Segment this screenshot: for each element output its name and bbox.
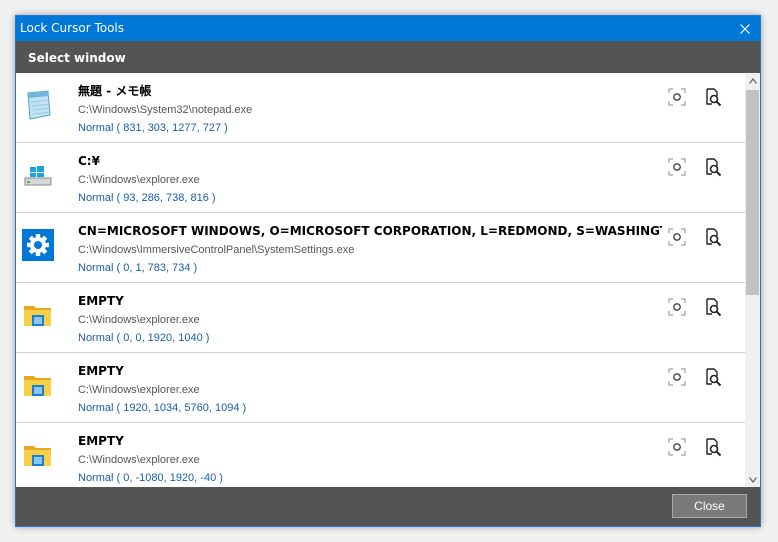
list-item[interactable]: EMPTY C:\Windows\explorer.exe Normal ( 0… <box>16 283 745 353</box>
target-button[interactable] <box>667 157 687 177</box>
magnifier-icon <box>706 88 722 107</box>
main-window: Lock Cursor Tools Select window 無題 - メモ帳… <box>15 15 761 527</box>
target-icon <box>668 158 686 176</box>
row-rect: Normal ( 93, 286, 738, 816 ) <box>78 192 216 204</box>
list-item[interactable]: 無題 - メモ帳 C:\Windows\System32\notepad.exe… <box>16 73 745 143</box>
row-rect: Normal ( 0, -1080, 1920, -40 ) <box>78 472 223 484</box>
target-icon <box>668 438 686 456</box>
footer-bar: Close <box>16 487 760 526</box>
title-bar[interactable]: Lock Cursor Tools <box>16 16 760 41</box>
chevron-down-icon <box>748 476 757 483</box>
find-window-button[interactable] <box>703 367 723 387</box>
window-list: 無題 - メモ帳 C:\Windows\System32\notepad.exe… <box>16 73 745 487</box>
list-item[interactable]: CN=MICROSOFT WINDOWS, O=MICROSOFT CORPOR… <box>16 213 745 283</box>
magnifier-icon <box>706 228 722 247</box>
list-item[interactable]: EMPTY C:\Windows\explorer.exe Normal ( 0… <box>16 423 745 487</box>
find-window-button[interactable] <box>703 87 723 107</box>
find-window-button[interactable] <box>703 297 723 317</box>
row-rect: Normal ( 831, 303, 1277, 727 ) <box>78 122 228 134</box>
row-rect: Normal ( 0, 1, 783, 734 ) <box>78 262 198 274</box>
row-path: C:\Windows\explorer.exe <box>78 174 200 186</box>
row-title: CN=MICROSOFT WINDOWS, O=MICROSOFT CORPOR… <box>78 224 662 238</box>
magnifier-icon <box>706 298 722 317</box>
magnifier-icon <box>706 438 722 457</box>
row-path: C:\Windows\explorer.exe <box>78 314 200 326</box>
scroll-thumb[interactable] <box>746 90 759 295</box>
row-title: C:¥ <box>78 154 100 168</box>
magnifier-icon <box>706 368 722 387</box>
target-button[interactable] <box>667 227 687 247</box>
row-title: EMPTY <box>78 294 124 308</box>
close-button[interactable]: Close <box>672 494 747 518</box>
row-rect: Normal ( 1920, 1034, 5760, 1094 ) <box>78 402 247 414</box>
find-window-button[interactable] <box>703 227 723 247</box>
target-icon <box>668 228 686 246</box>
target-button[interactable] <box>667 367 687 387</box>
window-close-button[interactable] <box>730 16 760 41</box>
folder-explorer-icon <box>22 299 54 331</box>
drive-icon <box>22 159 54 191</box>
row-title: EMPTY <box>78 364 124 378</box>
row-path: C:\Windows\explorer.exe <box>78 454 200 466</box>
close-icon <box>740 23 750 34</box>
scroll-down-button[interactable] <box>745 472 760 487</box>
target-button[interactable] <box>667 437 687 457</box>
vertical-scrollbar[interactable] <box>745 73 760 487</box>
folder-explorer-icon <box>22 439 54 471</box>
target-icon <box>668 368 686 386</box>
target-button[interactable] <box>667 297 687 317</box>
row-path: C:\Windows\ImmersiveControlPanel\SystemS… <box>78 244 355 256</box>
row-title: EMPTY <box>78 434 124 448</box>
chevron-up-icon <box>748 77 757 84</box>
row-path: C:\Windows\explorer.exe <box>78 384 200 396</box>
list-item[interactable]: EMPTY C:\Windows\explorer.exe Normal ( 1… <box>16 353 745 423</box>
settings-gear-icon <box>22 229 54 261</box>
header-bar: Select window <box>16 41 760 73</box>
folder-explorer-icon <box>22 369 54 401</box>
magnifier-icon <box>706 158 722 177</box>
target-icon <box>668 298 686 316</box>
find-window-button[interactable] <box>703 157 723 177</box>
target-icon <box>668 88 686 106</box>
row-title: 無題 - メモ帳 <box>78 84 152 98</box>
window-title: Lock Cursor Tools <box>20 21 124 35</box>
notepad-icon <box>22 89 54 121</box>
header-title: Select window <box>28 51 126 65</box>
list-item[interactable]: C:¥ C:\Windows\explorer.exe Normal ( 93,… <box>16 143 745 213</box>
find-window-button[interactable] <box>703 437 723 457</box>
target-button[interactable] <box>667 87 687 107</box>
row-path: C:\Windows\System32\notepad.exe <box>78 104 253 116</box>
scroll-up-button[interactable] <box>745 73 760 88</box>
row-rect: Normal ( 0, 0, 1920, 1040 ) <box>78 332 210 344</box>
